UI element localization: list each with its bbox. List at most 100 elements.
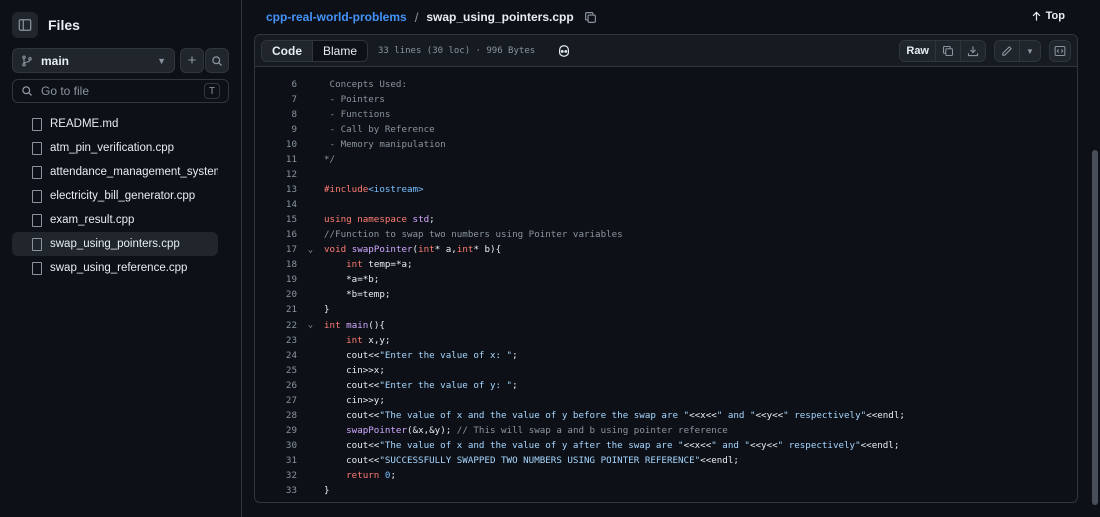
code-line: 17 ⌄ void swapPointer(int* a,int* b){ xyxy=(255,242,1077,257)
code-line: 28 cout<<"The value of x and the value o… xyxy=(255,408,1077,423)
line-number[interactable]: 10 xyxy=(255,139,297,150)
add-file-button[interactable]: + xyxy=(180,48,204,73)
line-number[interactable]: 12 xyxy=(255,169,297,180)
line-number[interactable]: 6 xyxy=(255,79,297,90)
code-text: cout<<"The value of x and the value of y… xyxy=(324,439,900,451)
file-tree-sidebar: Files main ▼ + Go to file T README.md atm… xyxy=(0,0,242,517)
pencil-icon xyxy=(1002,46,1012,56)
code-text: //Function to swap two numbers using Poi… xyxy=(324,229,623,241)
back-to-top-link[interactable]: Top xyxy=(1031,10,1065,22)
code-line: 30 cout<<"The value of x and the value o… xyxy=(255,438,1077,453)
line-number[interactable]: 19 xyxy=(255,274,297,285)
file-tree-item[interactable]: exam_result.cpp xyxy=(12,208,218,232)
copy-raw-button[interactable] xyxy=(935,41,960,61)
file-icon xyxy=(32,165,42,179)
code-text: void swapPointer(int* a,int* b){ xyxy=(324,244,502,256)
line-number[interactable]: 33 xyxy=(255,485,297,496)
code-line: 7 - Pointers xyxy=(255,92,1077,107)
file-tree-item[interactable]: swap_using_pointers.cpp xyxy=(12,232,218,256)
line-number[interactable]: 8 xyxy=(255,109,297,120)
fold-chevron-icon[interactable]: ⌄ xyxy=(297,320,324,330)
line-number[interactable]: 18 xyxy=(255,259,297,270)
chevron-down-icon: ▼ xyxy=(157,55,166,66)
code-line: 11 */ xyxy=(255,152,1077,167)
line-number[interactable]: 29 xyxy=(255,425,297,436)
download-icon xyxy=(967,46,979,57)
code-line: 20 *b=temp; xyxy=(255,287,1077,302)
line-number[interactable]: 21 xyxy=(255,304,297,315)
code-line: 8 - Functions xyxy=(255,107,1077,122)
file-icon xyxy=(32,117,42,131)
tab-code[interactable]: Code xyxy=(262,40,313,61)
line-number[interactable]: 26 xyxy=(255,380,297,391)
branch-selector[interactable]: main ▼ xyxy=(12,48,175,73)
line-number[interactable]: 22 xyxy=(255,320,297,331)
code-text: *b=temp; xyxy=(324,289,391,301)
edit-actions-group: ▼ xyxy=(994,40,1041,62)
line-number[interactable]: 24 xyxy=(255,350,297,361)
line-number[interactable]: 11 xyxy=(255,154,297,165)
code-text: *a=*b; xyxy=(324,274,380,286)
code-text: int temp=*a; xyxy=(346,259,413,271)
fold-chevron-icon[interactable]: ⌄ xyxy=(297,245,324,255)
line-number[interactable]: 30 xyxy=(255,440,297,451)
file-icon xyxy=(32,189,42,203)
search-files-button[interactable] xyxy=(205,48,229,73)
line-number[interactable]: 14 xyxy=(255,199,297,210)
line-number[interactable]: 15 xyxy=(255,214,297,225)
code-line: 15 using namespace std; xyxy=(255,212,1077,227)
file-tree-item[interactable]: attendance_management_system... xyxy=(12,160,218,184)
edit-button[interactable] xyxy=(995,41,1019,61)
raw-button[interactable]: Raw xyxy=(900,41,935,61)
code-text: - Call by Reference xyxy=(324,124,435,136)
go-to-file-input[interactable]: Go to file T xyxy=(12,79,229,103)
symbols-panel-button[interactable] xyxy=(1049,40,1071,62)
code-line: 22 ⌄ int main(){ xyxy=(255,318,1077,333)
collapse-sidebar-button[interactable] xyxy=(12,12,38,38)
file-name: atm_pin_verification.cpp xyxy=(50,142,175,154)
line-number[interactable]: 27 xyxy=(255,395,297,406)
tab-blame[interactable]: Blame xyxy=(313,40,368,61)
line-number[interactable]: 28 xyxy=(255,410,297,421)
file-tree-item[interactable]: electricity_bill_generator.cpp xyxy=(12,184,218,208)
code-text: int main(){ xyxy=(324,319,385,331)
line-number[interactable]: 23 xyxy=(255,335,297,346)
file-list: README.md atm_pin_verification.cppattenda… xyxy=(12,112,218,280)
scrollbar-thumb[interactable] xyxy=(1092,150,1098,505)
line-number[interactable]: 32 xyxy=(255,470,297,481)
code-line: 10 - Memory manipulation xyxy=(255,137,1077,152)
line-number[interactable]: 7 xyxy=(255,94,297,105)
code-line: 14 xyxy=(255,197,1077,212)
code-line: 16 //Function to swap two numbers using P… xyxy=(255,227,1077,242)
keyboard-shortcut-badge: T xyxy=(204,83,220,99)
file-name: attendance_management_system... xyxy=(50,166,218,178)
line-number[interactable]: 20 xyxy=(255,289,297,300)
download-button[interactable] xyxy=(960,41,985,61)
file-tree-item[interactable]: atm_pin_verification.cpp xyxy=(12,136,218,160)
caret-down-icon: ▼ xyxy=(1026,46,1034,56)
copy-path-button[interactable] xyxy=(584,9,600,25)
copilot-button[interactable] xyxy=(557,43,573,59)
edit-dropdown-button[interactable]: ▼ xyxy=(1019,41,1040,61)
code-line: 24 cout<<"Enter the value of x: "; xyxy=(255,348,1077,363)
file-actions: Raw ▼ xyxy=(899,40,1071,62)
code-text: int x,y; xyxy=(346,334,391,346)
line-number[interactable]: 9 xyxy=(255,124,297,135)
line-number[interactable]: 17 xyxy=(255,244,297,255)
line-number[interactable]: 25 xyxy=(255,365,297,376)
code-line: 12 xyxy=(255,167,1077,182)
page-scrollbar[interactable] xyxy=(1090,0,1100,517)
line-number[interactable]: 16 xyxy=(255,229,297,240)
code-text: cout<<"Enter the value of x: "; xyxy=(324,349,518,361)
file-tree-item[interactable]: README.md xyxy=(12,112,218,136)
file-meta: 33 lines (30 loc) · 996 Bytes xyxy=(378,45,536,56)
code-text: cin>>x; xyxy=(324,364,385,376)
file-icon xyxy=(32,141,42,155)
code-text: using namespace std; xyxy=(324,214,435,226)
line-number[interactable]: 13 xyxy=(255,184,297,195)
code-text: } xyxy=(324,484,330,496)
breadcrumb-repo-link[interactable]: cpp-real-world-problems xyxy=(266,10,407,24)
file-tree-item[interactable]: swap_using_reference.cpp xyxy=(12,256,218,280)
line-number[interactable]: 31 xyxy=(255,455,297,466)
copilot-icon xyxy=(559,44,570,57)
